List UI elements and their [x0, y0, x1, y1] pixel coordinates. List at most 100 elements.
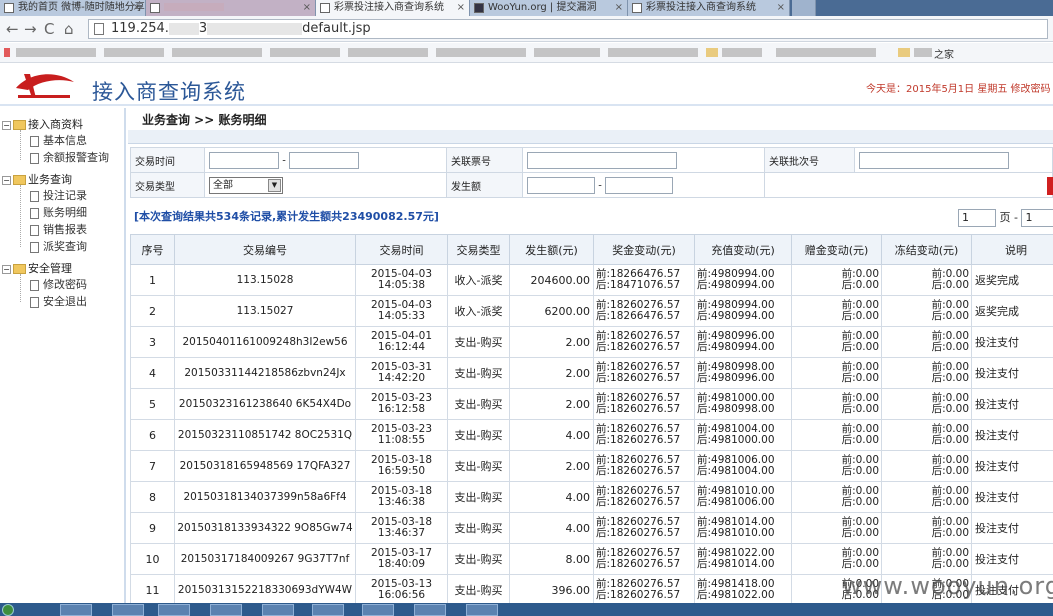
main-content: 业务查询 >> 账务明细 交易时间 - 关联票号 关联批次号 交易类型 全部 ▼… — [128, 108, 1053, 603]
trade-type-select[interactable]: 全部 ▼ — [209, 176, 283, 194]
collapse-icon[interactable]: − — [2, 264, 11, 274]
table-cell: 支出-购买 — [447, 450, 510, 482]
close-icon[interactable]: × — [615, 0, 623, 16]
sidebar-item-prize-query[interactable]: 派奖查询 — [30, 238, 87, 254]
bookmark[interactable] — [270, 48, 340, 57]
home-icon[interactable]: ⌂ — [64, 20, 74, 38]
bookmark[interactable] — [16, 48, 96, 57]
folder-icon[interactable] — [706, 48, 718, 57]
bookmark[interactable] — [4, 48, 10, 57]
close-icon[interactable]: × — [457, 0, 465, 16]
sidebar-item-sales-report[interactable]: 销售报表 — [30, 221, 87, 237]
trade-time-end-input[interactable] — [288, 151, 359, 169]
row-no: 9 — [149, 521, 156, 535]
batch-no-input[interactable] — [859, 151, 1009, 169]
sidebar-item-balance-alert[interactable]: 余额报警查询 — [30, 149, 109, 165]
taskbar-app[interactable] — [60, 604, 92, 616]
close-icon[interactable]: × — [133, 0, 141, 16]
collapse-icon[interactable]: − — [2, 120, 11, 130]
system-title: 接入商查询系统 — [92, 80, 246, 104]
new-tab-button[interactable] — [792, 0, 816, 16]
frozen-after: 后:0.00 — [931, 527, 969, 539]
close-icon[interactable]: × — [303, 0, 311, 16]
tree-group-profile[interactable]: − 接入商资料 — [2, 116, 83, 132]
reload-icon[interactable]: C — [44, 20, 54, 38]
table-row: 1 113.15028 2015-04-03 14:05:38 收入-派奖 204600.… — [130, 264, 1053, 296]
page-input[interactable]: 1 — [958, 209, 996, 227]
query-button[interactable] — [1047, 177, 1053, 195]
sidebar-item-label: 余额报警查询 — [43, 151, 109, 164]
collapse-icon[interactable]: − — [2, 175, 11, 185]
url-input[interactable]: 119.254. 3 default.jsp — [88, 19, 1048, 39]
sidebar-item-label: 投注记录 — [43, 189, 87, 202]
browser-tab-active[interactable]: 彩票投注接入商查询系统 × — [316, 0, 470, 16]
sidebar-item-account-detail[interactable]: 账务明细 — [30, 204, 87, 220]
table-cell: 前:0.00 后:0.00 — [881, 357, 972, 389]
amount-min-input[interactable] — [527, 176, 595, 194]
taskbar-app[interactable] — [158, 604, 190, 616]
start-button[interactable] — [2, 604, 14, 616]
amount-max-input[interactable] — [604, 176, 673, 194]
table-cell: 前:0.00 后:0.00 — [791, 512, 882, 544]
bookmark[interactable] — [776, 48, 876, 57]
trade-time: 13:46:37 — [377, 527, 426, 539]
charge-after: 后:4981004.00 — [697, 465, 775, 477]
table-cell: 2.00 — [509, 450, 594, 482]
taskbar-app[interactable] — [466, 604, 498, 616]
taskbar-app[interactable] — [262, 604, 294, 616]
breadcrumb-bar — [128, 130, 1053, 144]
folder-icon[interactable] — [898, 48, 910, 57]
table-cell: 2015-03-18 16:59:50 — [355, 450, 448, 482]
table-cell: 前:0.00 后:0.00 — [791, 357, 882, 389]
taskbar-app[interactable] — [112, 604, 144, 616]
table-cell: 前:0.00 后:0.00 — [791, 543, 882, 575]
bookmark[interactable] — [104, 48, 164, 57]
sidebar-item-change-password[interactable]: 修改密码 — [30, 276, 87, 292]
forward-icon[interactable]: → — [24, 20, 37, 38]
table-cell: 前:18260276.57 后:18260276.57 — [593, 419, 695, 451]
taskbar-app[interactable] — [312, 604, 344, 616]
sidebar-item-logout[interactable]: 安全退出 — [30, 293, 87, 309]
table-cell: 4.00 — [509, 481, 594, 513]
table-cell: 支出-购买 — [447, 388, 510, 420]
table-cell: 20150318165948569 17QFA327 — [174, 450, 356, 482]
back-icon[interactable]: ← — [6, 20, 19, 38]
browser-tab[interactable]: 彩票投注接入商查询系统 × — [628, 0, 790, 16]
bookmark-label[interactable]: 之家 — [934, 46, 954, 61]
sidebar-item-basic-info[interactable]: 基本信息 — [30, 132, 87, 148]
bookmark[interactable] — [914, 48, 932, 57]
bookmark[interactable] — [534, 48, 600, 57]
tree-group-business[interactable]: − 业务查询 — [2, 171, 72, 187]
browser-tab[interactable]: 我的首页 微博-随时随地分享… × — [0, 0, 146, 16]
breadcrumb: 业务查询 >> 账务明细 — [142, 113, 267, 127]
frozen-after: 后:0.00 — [931, 496, 969, 508]
taskbar-app[interactable] — [210, 604, 242, 616]
browser-tab[interactable]: WooYun.org | 提交漏洞 × — [470, 0, 628, 16]
trade-time: 18:40:09 — [377, 558, 426, 570]
table-cell: 前:4980994.00 后:4980994.00 — [694, 264, 792, 296]
table-cell: 前:18260276.57 后:18260276.57 — [593, 326, 695, 358]
column-header: 交易时间 — [355, 234, 448, 265]
close-icon[interactable]: × — [777, 0, 785, 16]
pager-text: 页 - — [999, 211, 1018, 224]
taskbar-app[interactable] — [362, 604, 394, 616]
bonus-after: 后:18260276.57 — [596, 372, 681, 384]
bookmark[interactable] — [348, 48, 428, 57]
sidebar-item-bet-records[interactable]: 投注记录 — [30, 187, 87, 203]
bookmark[interactable] — [436, 48, 526, 57]
trade-id: 20150318165948569 17QFA327 — [179, 459, 351, 472]
bookmark[interactable] — [172, 48, 262, 57]
table-cell: 2 — [130, 295, 175, 327]
column-header: 冻结变动(元) — [881, 234, 972, 265]
bookmark[interactable] — [608, 48, 698, 57]
column-header: 赠金变动(元) — [791, 234, 882, 265]
trade-time-start-input[interactable] — [209, 151, 279, 169]
taskbar-app[interactable] — [414, 604, 446, 616]
browser-tab[interactable]: × — [146, 0, 316, 16]
ticket-no-input[interactable] — [527, 151, 677, 169]
gift-after: 后:0.00 — [841, 341, 879, 353]
total-pages-input[interactable]: 1 — [1021, 209, 1053, 227]
document-icon — [30, 135, 39, 147]
bookmark[interactable] — [722, 48, 762, 57]
tree-group-security[interactable]: − 安全管理 — [2, 260, 72, 276]
